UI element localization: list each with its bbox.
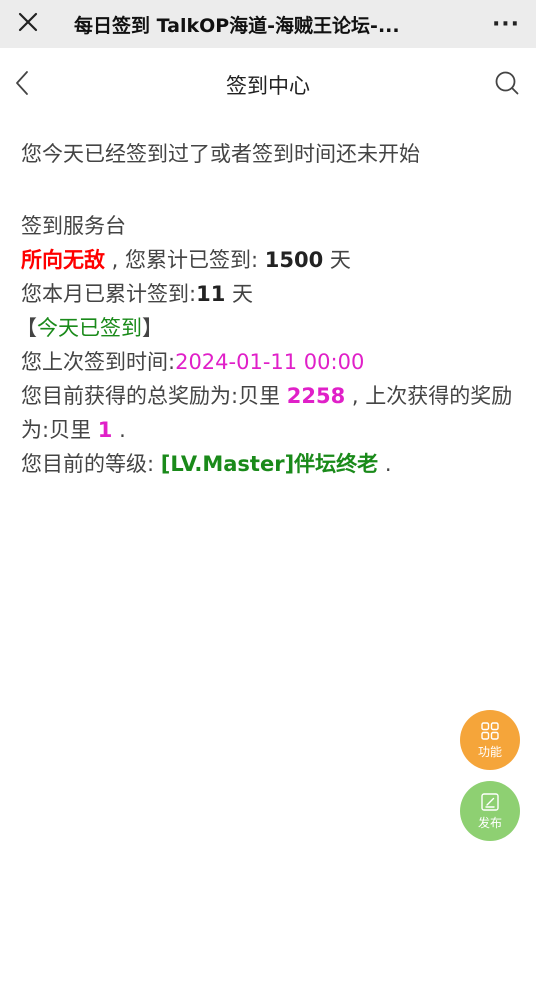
total-days-suffix: 天 bbox=[323, 248, 351, 272]
reward-line: 您目前获得的总奖励为:贝里 2258 , 上次获得的奖励为:贝里 1 . bbox=[21, 379, 516, 447]
reward-suffix: . bbox=[112, 418, 126, 442]
reward-total: 2258 bbox=[286, 384, 346, 408]
edit-icon bbox=[480, 792, 500, 815]
search-button[interactable] bbox=[490, 68, 524, 102]
search-icon bbox=[494, 70, 520, 100]
last-sign-time-label: 您上次签到时间: bbox=[21, 350, 176, 374]
last-sign-time-line: 您上次签到时间:2024-01-11 00:00 bbox=[21, 345, 516, 379]
post-button-label: 发布 bbox=[477, 816, 502, 830]
sign-status-line: 【今天已签到】 bbox=[16, 311, 516, 345]
more-icon: ··· bbox=[491, 11, 521, 37]
sign-in-content: 您今天已经签到过了或者签到时间还未开始 签到服务台 所向无敌 , 您累计已签到:… bbox=[16, 137, 516, 481]
month-days-value: 11 bbox=[196, 282, 226, 306]
user-title: 所向无敌 bbox=[21, 248, 105, 272]
browser-title: 每日签到 TalkOP海道-海贼王论坛-... bbox=[74, 14, 400, 37]
browser-topbar: 每日签到 TalkOP海道-海贼王论坛-... ··· bbox=[0, 0, 536, 48]
function-button-label: 功能 bbox=[477, 745, 502, 759]
status-bracket-close: 】 bbox=[142, 316, 163, 340]
level-line: 您目前的等级: [LV.Master]伴坛终老 . bbox=[21, 447, 516, 481]
post-button[interactable]: 发布 bbox=[460, 781, 520, 841]
total-days-value: 1500 bbox=[264, 248, 324, 272]
status-bracket-open: 【 bbox=[16, 316, 37, 340]
month-days-prefix: 您本月已累计签到: bbox=[21, 282, 197, 306]
section-title: 签到服务台 bbox=[21, 214, 126, 238]
close-icon bbox=[17, 11, 39, 37]
reward-last: 1 bbox=[97, 418, 113, 442]
total-days-prefix: , 您累计已签到: bbox=[105, 248, 265, 272]
month-days-line: 您本月已累计签到:11 天 bbox=[21, 277, 516, 311]
last-sign-time-value: 2024-01-11 00:00 bbox=[175, 350, 365, 374]
total-days-line: 所向无敌 , 您累计已签到: 1500 天 bbox=[21, 243, 516, 277]
reward-prefix: 您目前获得的总奖励为:贝里 bbox=[21, 384, 287, 408]
page-title: 签到中心 bbox=[226, 74, 310, 98]
page-header: 签到中心 bbox=[0, 48, 536, 122]
grid-icon bbox=[480, 721, 500, 744]
level-prefix: 您目前的等级: bbox=[21, 452, 161, 476]
close-button[interactable] bbox=[0, 0, 56, 48]
month-days-suffix: 天 bbox=[225, 282, 253, 306]
sign-in-notice: 您今天已经签到过了或者签到时间还未开始 bbox=[21, 142, 420, 166]
function-button[interactable]: 功能 bbox=[460, 710, 520, 770]
sign-status: 今天已签到 bbox=[37, 316, 142, 340]
level-value: [LV.Master]伴坛终老 bbox=[160, 452, 379, 476]
more-button[interactable]: ··· bbox=[476, 0, 536, 48]
level-suffix: . bbox=[378, 452, 392, 476]
